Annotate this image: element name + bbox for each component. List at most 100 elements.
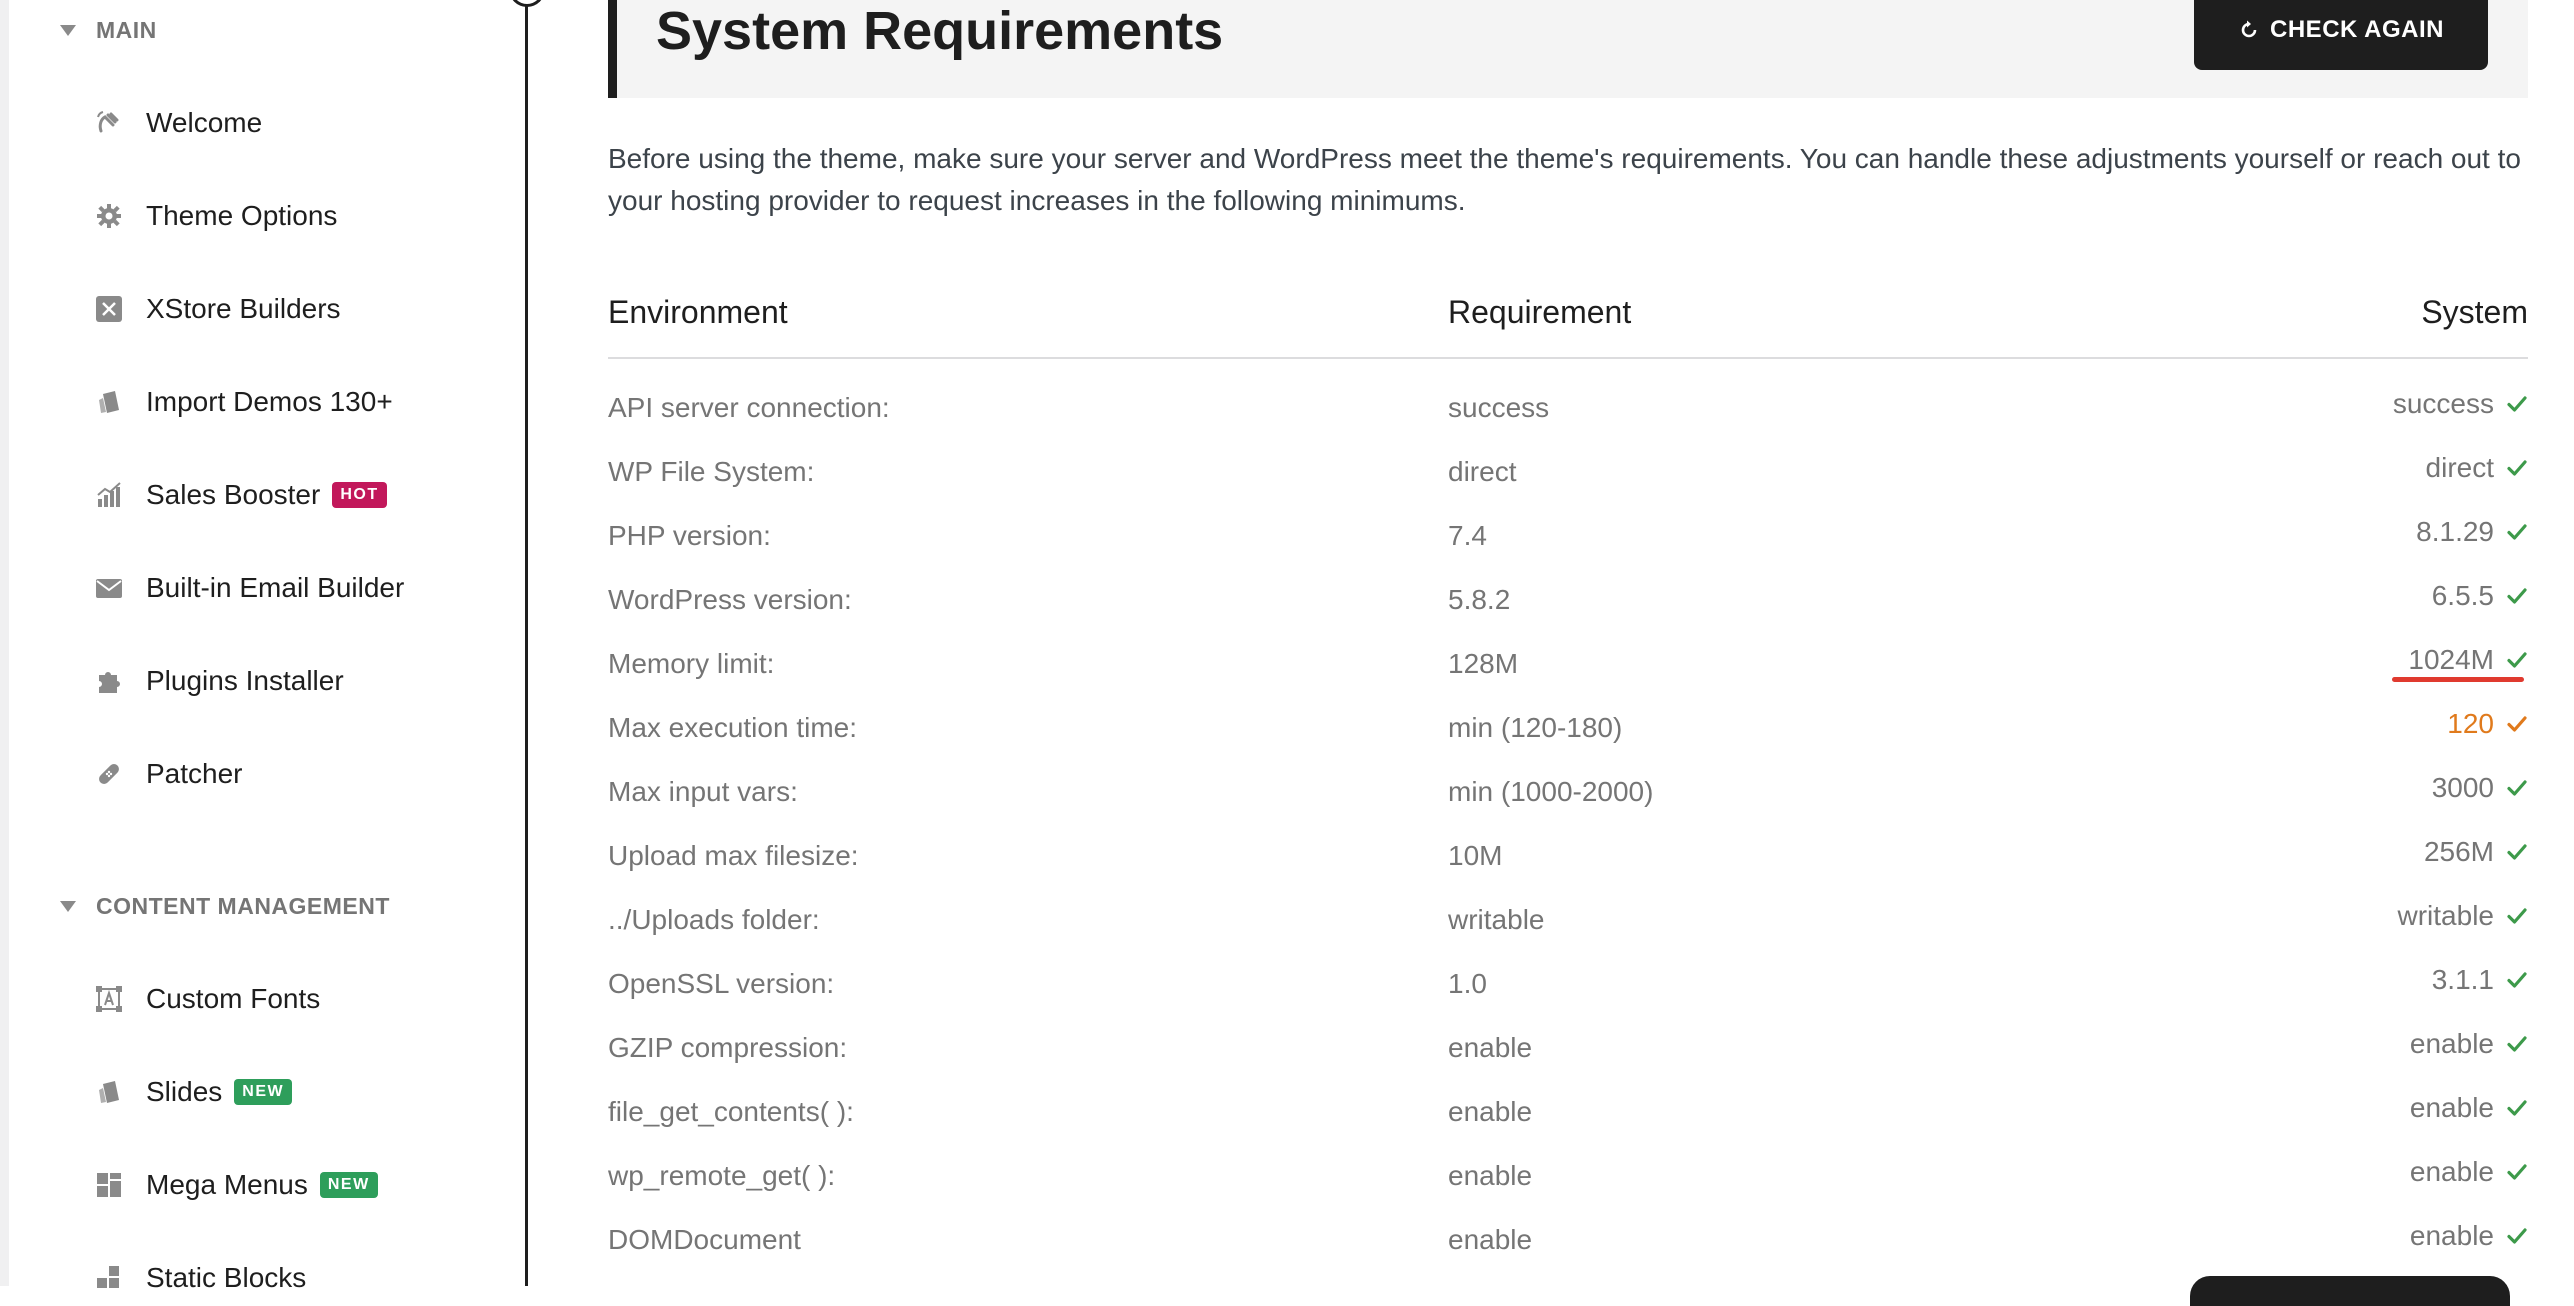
- check-again-button[interactable]: CHECK AGAIN: [2194, 0, 2488, 70]
- page-title: System Requirements: [656, 1, 1224, 61]
- slides-icon: [94, 1077, 124, 1107]
- sidebar-item-sales-booster[interactable]: Sales Booster HOT: [94, 470, 387, 520]
- environment-cell: Memory limit:: [608, 648, 775, 679]
- sidebar-item-welcome[interactable]: Welcome: [94, 98, 262, 148]
- sidebar: MAIN Welcome Theme Options XStore Builde…: [0, 0, 545, 1293]
- sidebar-item-theme-options[interactable]: Theme Options: [94, 191, 337, 241]
- system-cell: 256M: [2424, 820, 2528, 884]
- sidebar-item-static-blocks[interactable]: Static Blocks: [94, 1253, 306, 1303]
- system-value: 3.1.1: [2431, 964, 2494, 995]
- checkmark-icon: [2506, 1225, 2528, 1247]
- system-value: writable: [2397, 900, 2494, 931]
- font-frame-icon: [94, 984, 124, 1014]
- checkmark-icon: [2506, 905, 2528, 927]
- system-value: success: [2392, 388, 2494, 419]
- environment-cell: WordPress version:: [608, 584, 852, 615]
- sidebar-item-label: Custom Fonts: [146, 983, 321, 1014]
- sidebar-item-plugins-installer[interactable]: Plugins Installer: [94, 656, 344, 706]
- system-value: direct: [2425, 452, 2494, 483]
- bandage-icon: [94, 759, 124, 789]
- table-row: Upload max filesize: 10M 256M: [608, 824, 2528, 888]
- requirement-cell: writable: [1448, 904, 1545, 935]
- system-value: 8.1.29: [2416, 516, 2494, 547]
- new-badge: NEW: [234, 1079, 293, 1105]
- system-value: 3000: [2431, 772, 2494, 803]
- environment-cell: file_get_contents( ):: [608, 1096, 854, 1127]
- sidebar-item-import-demos[interactable]: Import Demos 130+: [94, 377, 393, 427]
- sidebar-item-slides[interactable]: Slides NEW: [94, 1067, 293, 1117]
- table-row: API server connection: success success: [608, 376, 2528, 440]
- floating-action-bar[interactable]: [2190, 1276, 2510, 1306]
- system-cell: 6.5.5: [2432, 564, 2528, 628]
- header-divider: [608, 357, 2528, 359]
- table-row: Max input vars: min (1000-2000) 3000: [608, 760, 2528, 824]
- requirement-cell: 7.4: [1448, 520, 1487, 551]
- requirement-cell: enable: [1448, 1160, 1533, 1191]
- table-row: file_get_contents( ): enable enable: [608, 1080, 2528, 1144]
- requirement-cell: enable: [1448, 1096, 1533, 1127]
- requirement-cell: success: [1448, 392, 1550, 423]
- sidebar-item-mega-menus[interactable]: Mega Menus NEW: [94, 1160, 378, 1210]
- sidebar-item-label: Import Demos 130+: [146, 386, 393, 417]
- system-value: 120: [2447, 708, 2494, 739]
- sidebar-item-label: Patcher: [146, 758, 243, 789]
- caret-down-icon: [60, 24, 76, 36]
- checkmark-icon: [2506, 777, 2528, 799]
- checkmark-icon: [2506, 1097, 2528, 1119]
- blocks-icon: [94, 1263, 124, 1293]
- sidebar-item-patcher[interactable]: Patcher: [94, 749, 243, 799]
- grid-icon: [94, 1170, 124, 1200]
- sidebar-item-label: Built-in Email Builder: [146, 572, 405, 603]
- table-row: Max execution time: min (120-180) 120: [608, 696, 2528, 760]
- table-row: WP File System: direct direct: [608, 440, 2528, 504]
- system-cell: 1024M: [2408, 628, 2528, 692]
- system-cell: enable: [2410, 1140, 2528, 1204]
- requirement-cell: 1.0: [1448, 968, 1487, 999]
- check-again-label: CHECK AGAIN: [2270, 16, 2444, 43]
- hand-wave-icon: [94, 108, 124, 138]
- system-value: 256M: [2423, 836, 2494, 867]
- table-row: Memory limit: 128M 1024M: [608, 632, 2528, 696]
- sidebar-item-label: Welcome: [146, 107, 263, 138]
- environment-cell: OpenSSL version:: [608, 968, 835, 999]
- sidebar-item-label: Theme Options: [146, 200, 338, 231]
- section-toggle-content-management[interactable]: CONTENT MANAGEMENT: [60, 886, 390, 926]
- system-cell: direct: [2426, 436, 2528, 500]
- x-square-icon: [94, 294, 124, 324]
- system-value: enable: [2409, 1156, 2494, 1187]
- checkmark-icon: [2506, 393, 2528, 415]
- system-cell: enable: [2410, 1076, 2528, 1140]
- sidebar-edge: [0, 0, 9, 1286]
- sidebar-item-email-builder[interactable]: Built-in Email Builder: [94, 563, 404, 613]
- environment-cell: Upload max filesize:: [608, 840, 859, 871]
- new-badge: NEW: [319, 1172, 378, 1198]
- environment-cell: Max input vars:: [608, 776, 798, 807]
- chart-icon: [94, 480, 124, 510]
- table-row: WordPress version: 5.8.2 6.5.5: [608, 568, 2528, 632]
- system-value: 1024M: [2408, 644, 2494, 675]
- section-toggle-main[interactable]: MAIN: [60, 10, 157, 50]
- environment-cell: ../Uploads folder:: [608, 904, 820, 935]
- table-row: GZIP compression: enable enable: [608, 1016, 2528, 1080]
- sidebar-divider: [525, 0, 528, 1286]
- column-header-environment: Environment: [608, 294, 788, 330]
- system-cell: 120: [2447, 692, 2528, 756]
- requirement-cell: 5.8.2: [1448, 584, 1511, 615]
- sidebar-scroll-handle[interactable]: [509, 0, 545, 7]
- caret-down-icon: [60, 900, 76, 912]
- system-cell: 3.1.1: [2432, 948, 2528, 1012]
- environment-cell: DOMDocument: [608, 1224, 801, 1255]
- sidebar-item-custom-fonts[interactable]: Custom Fonts: [94, 974, 320, 1024]
- sidebar-item-label: Sales Booster: [146, 479, 321, 510]
- section-title: MAIN: [96, 16, 157, 43]
- table-row: PHP version: 7.4 8.1.29: [608, 504, 2528, 568]
- sidebar-item-label: Plugins Installer: [146, 665, 344, 696]
- checkmark-icon: [2506, 1161, 2528, 1183]
- envelope-icon: [94, 573, 124, 603]
- environment-cell: WP File System:: [608, 456, 815, 487]
- sidebar-item-xstore-builders[interactable]: XStore Builders: [94, 284, 341, 334]
- checkmark-icon: [2506, 841, 2528, 863]
- table-row: wp_remote_get( ): enable enable: [608, 1144, 2528, 1208]
- environment-cell: PHP version:: [608, 520, 771, 551]
- system-value: 6.5.5: [2431, 580, 2494, 611]
